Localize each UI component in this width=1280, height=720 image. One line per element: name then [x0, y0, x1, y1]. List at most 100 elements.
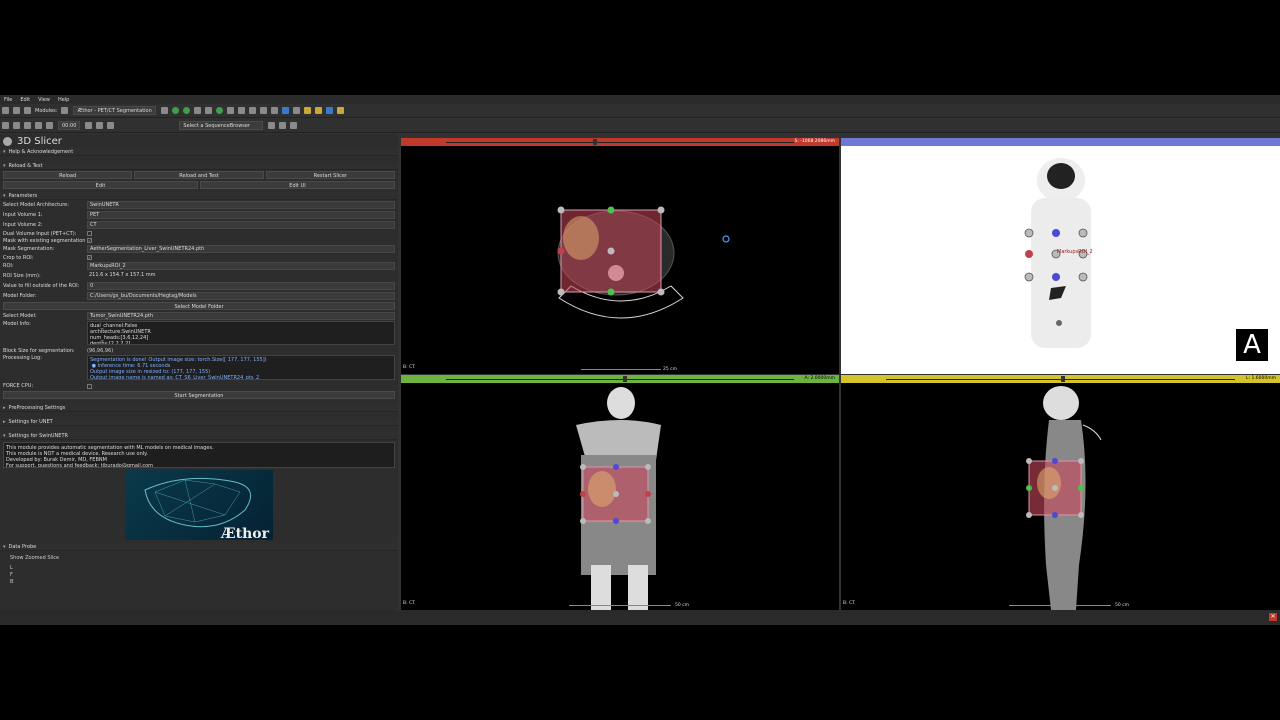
green-volume-label: B: CT: [403, 601, 415, 606]
dual-volume-checkbox[interactable]: [87, 231, 92, 236]
mouse-mode-icon[interactable]: [270, 107, 278, 114]
input-volume-1-select[interactable]: PET: [87, 211, 395, 219]
edit-ui-button[interactable]: Edit UI: [200, 181, 395, 189]
section-unet[interactable]: Settings for UNET: [0, 418, 398, 426]
markups-toolbar-icon[interactable]: [314, 107, 322, 114]
crop-roi-checkbox[interactable]: ✓: [87, 255, 92, 260]
probe-line-l: L: [10, 565, 13, 571]
force-cpu-checkbox[interactable]: [87, 383, 92, 389]
show-zoomed-slice-checkbox[interactable]: Show Zoomed Slice: [10, 555, 388, 562]
crop-roi-label: Crop to ROI:: [3, 254, 34, 261]
green-view-controller[interactable]: A: 2.0000mm: [401, 375, 839, 383]
module-selector[interactable]: Æthor - PET/CT Segmentation: [73, 106, 156, 115]
menu-view[interactable]: View: [34, 97, 54, 103]
red-slice-view[interactable]: S: -1068.2086mm B: CT 25 cm: [401, 138, 839, 374]
transforms-module-icon[interactable]: [226, 107, 234, 114]
probe-line-b: B: [10, 579, 14, 585]
select-model-select[interactable]: Tumor_SwinUNETR24.pth: [87, 312, 395, 320]
green-slice-offset: A: 2.0000mm: [804, 376, 835, 381]
model-folder-path[interactable]: C:/Users/gs_bu/Documents/Hegtag/Models: [87, 292, 395, 300]
layout-icon[interactable]: [259, 107, 267, 114]
block-size-value[interactable]: (96,96,96): [87, 348, 113, 354]
model-architecture-select[interactable]: SwinUNETR: [87, 201, 395, 209]
menu-edit[interactable]: Edit: [16, 97, 34, 103]
error-log-icon[interactable]: ✕: [1269, 613, 1277, 621]
crosshair-icon[interactable]: [292, 107, 300, 114]
input-volume-2-select[interactable]: CT: [87, 221, 395, 229]
module-history-icon[interactable]: [160, 107, 168, 114]
start-segmentation-button[interactable]: Start Segmentation: [3, 391, 395, 399]
green-slice-view[interactable]: A: 2.0000mm B: CT 50 cm: [401, 375, 839, 610]
record-icon[interactable]: [96, 122, 104, 129]
play-icon[interactable]: [24, 122, 31, 129]
dicom-icon[interactable]: [13, 107, 20, 114]
reload-button[interactable]: Reload: [3, 171, 133, 179]
block-size-label: Block Size for segmentation:: [3, 348, 75, 354]
yellow-slice-view[interactable]: L: 1.6000mm B: CT 50 cm: [841, 375, 1280, 610]
red-view-controller[interactable]: S: -1068.2086mm: [401, 138, 839, 146]
restart-slicer-button[interactable]: Restart Slicer: [265, 171, 395, 179]
select-model-label: Select Model:: [3, 313, 37, 319]
extension-manager-icon[interactable]: [325, 107, 333, 114]
red-slice-knob[interactable]: [593, 139, 597, 145]
python-console-icon[interactable]: [336, 107, 344, 114]
volumes-module-icon[interactable]: [204, 107, 212, 114]
last-frame-icon[interactable]: [46, 122, 53, 129]
menu-file[interactable]: File: [0, 97, 16, 103]
menu-help[interactable]: Help: [54, 97, 73, 103]
reload-and-test-button[interactable]: Reload and Test: [134, 171, 264, 179]
frame-spinbox[interactable]: 00:00: [58, 121, 81, 130]
window-level-icon[interactable]: [281, 107, 289, 114]
slicer-window: File Edit View Help Modules: Æthor - PET…: [0, 95, 1280, 625]
sequence-settings-icon[interactable]: [268, 122, 276, 129]
roi-select[interactable]: MarkupsROI_2: [87, 262, 395, 270]
section-parameters[interactable]: Parameters: [0, 192, 398, 200]
section-help[interactable]: Help & Acknowledgement: [0, 148, 398, 156]
green-slice-knob[interactable]: [623, 376, 627, 382]
red-slice-slider[interactable]: [446, 141, 794, 143]
loop-icon[interactable]: [85, 122, 93, 129]
markups-module-icon[interactable]: [237, 107, 245, 114]
status-bar: ✕: [0, 610, 1280, 625]
data-module-icon[interactable]: [193, 107, 201, 114]
mask-segmentation-select[interactable]: AetherSegmentation_Liver_SwinUNETR24.pth: [87, 245, 395, 253]
dual-volume-label: Dual Volume Input (PET+CT):: [3, 230, 77, 237]
red-scale-ruler: [581, 366, 661, 370]
section-preprocessing[interactable]: PreProcessing Settings: [0, 404, 398, 412]
place-fiducial-icon[interactable]: [303, 107, 311, 114]
mask-existing-checkbox[interactable]: ✓: [87, 238, 92, 243]
sequence-browser-select[interactable]: Select a SequenceBrowser: [179, 121, 264, 130]
select-model-folder-button[interactable]: Select Model Folder: [3, 302, 395, 310]
blue-3d-view[interactable]: MarkupsROI_2: [841, 138, 1280, 374]
section-swinunetr[interactable]: Settings for SwinUNETR: [0, 432, 398, 440]
app-title: 3D Slicer: [17, 135, 62, 147]
slicer-logo-icon: [3, 136, 12, 146]
back-icon[interactable]: [171, 107, 179, 114]
edit-button[interactable]: Edit: [3, 181, 198, 189]
section-reload-test[interactable]: Reload & Test: [0, 162, 398, 170]
module-search-icon[interactable]: [61, 107, 69, 114]
forward-icon[interactable]: [182, 107, 190, 114]
segment-editor-icon[interactable]: [248, 107, 256, 114]
model-architecture-label: Select Model Architecture:: [3, 202, 69, 208]
section-data-probe[interactable]: Data Probe: [0, 543, 398, 551]
next-frame-icon[interactable]: [35, 122, 42, 129]
red-scale-label: 25 cm: [663, 367, 678, 372]
yellow-slice-knob[interactable]: [1061, 376, 1065, 382]
green-slice-slider[interactable]: [446, 378, 794, 380]
roi-size-label: ROI Size (mm):: [3, 273, 41, 279]
first-frame-icon[interactable]: [2, 122, 9, 129]
pet-mip-image: [1024, 158, 1091, 348]
save-icon[interactable]: [24, 107, 31, 114]
green-scale-label: 50 cm: [675, 603, 690, 608]
sequence-proxy-icon[interactable]: [279, 122, 287, 129]
previous-frame-icon[interactable]: [13, 122, 20, 129]
stop-icon[interactable]: [107, 122, 115, 129]
sequence-edit-icon[interactable]: [290, 122, 298, 129]
models-module-icon[interactable]: [215, 107, 223, 114]
model-info-text: dual_channel:False architecture:SwinUNET…: [87, 321, 395, 345]
yellow-view-controller[interactable]: L: 1.6000mm: [841, 375, 1280, 383]
blue-view-controller[interactable]: [841, 138, 1280, 146]
fill-value-input[interactable]: 0: [87, 282, 395, 290]
load-data-icon[interactable]: [2, 107, 9, 114]
